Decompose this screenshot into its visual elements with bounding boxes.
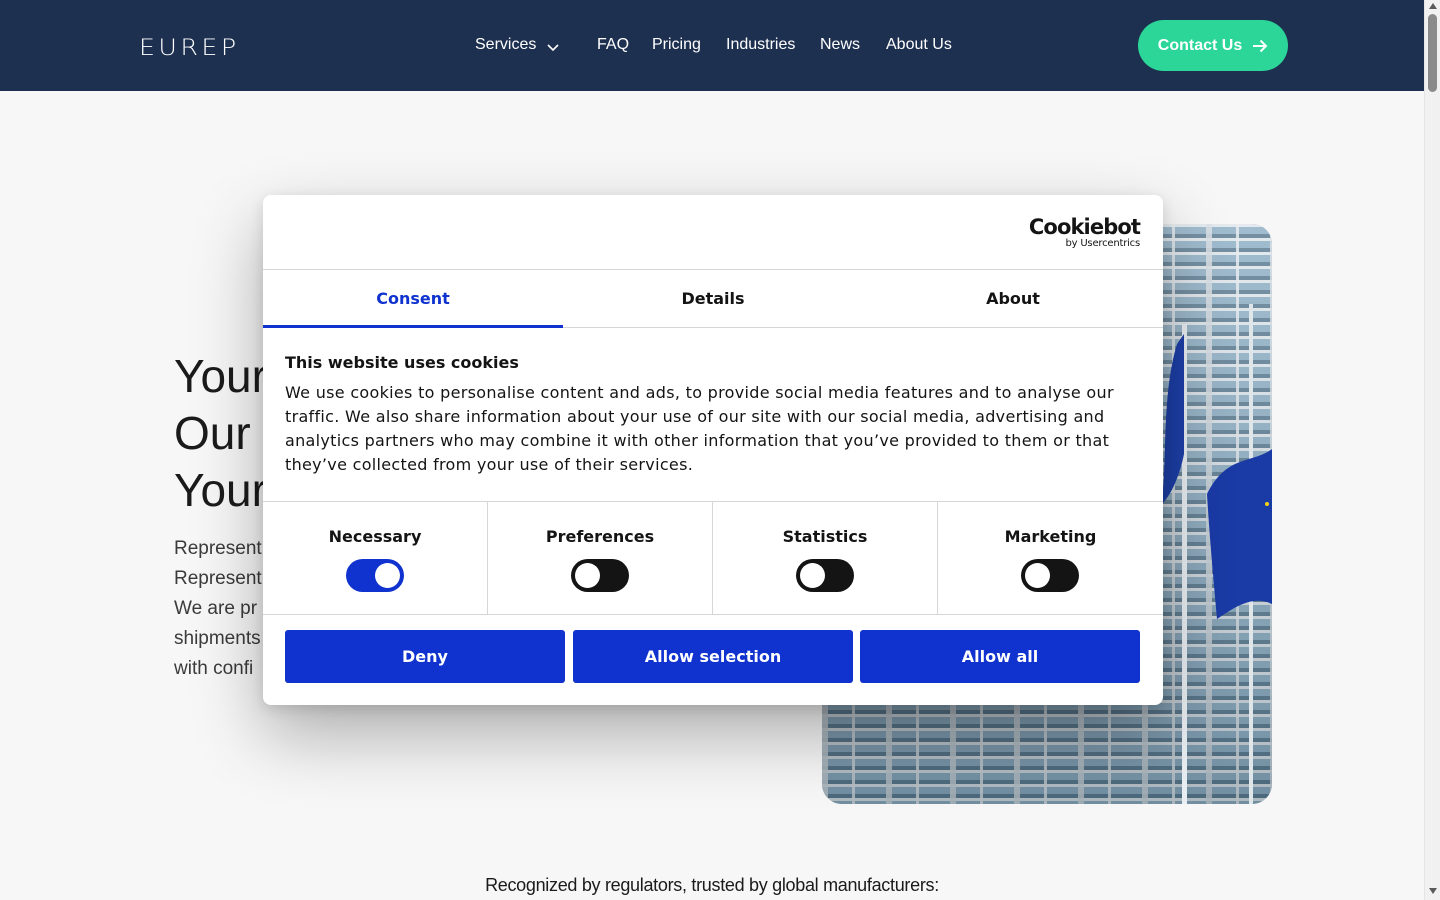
contact-us-label: Contact Us [1157,36,1243,54]
nav-about-us[interactable]: About Us [886,36,952,54]
nav-news[interactable]: News [820,36,860,54]
hero-description: Represent Represent We are pr shipments … [174,534,262,684]
necessary-toggle[interactable] [346,559,404,592]
arrow-right-icon [1253,39,1268,52]
category-statistics: Statistics [713,502,938,615]
cookie-description-line: they’ve collected from your use of their… [285,455,694,474]
cookie-category-toggles: Necessary Preferences Statistics Marketi… [263,501,1163,615]
nav-services[interactable]: Services [475,36,536,54]
category-marketing: Marketing [938,502,1163,615]
chevron-down-icon[interactable] [546,40,560,54]
hero-text-line: with confi [174,658,254,679]
hero-title: Your Our Your [174,348,267,519]
nav-industries[interactable]: Industries [726,36,795,54]
category-preferences: Preferences [488,502,713,615]
hero-title-line: Our [174,407,251,459]
tab-consent[interactable]: Consent [263,270,563,328]
deny-button[interactable]: Deny [285,630,565,683]
cookiebot-logo[interactable]: Cookiebot by Usercentrics [1028,215,1141,249]
site-logo[interactable]: EUREP [139,36,240,61]
cookie-description: We use cookies to personalise content an… [285,381,1115,477]
marketing-toggle[interactable] [1021,559,1079,592]
cookie-description-line: traffic. We also share information about… [285,407,1105,426]
category-label: Marketing [1004,527,1097,546]
preferences-toggle[interactable] [571,559,629,592]
toggle-knob [800,563,825,588]
nav-faq[interactable]: FAQ [597,36,629,54]
tab-details[interactable]: Details [563,270,863,327]
category-label: Statistics [782,527,868,546]
category-label: Preferences [545,527,655,546]
toggle-knob [575,563,600,588]
cookie-tabs: Consent Details About [263,269,1163,328]
category-necessary: Necessary [263,502,488,615]
page-scrollbar[interactable] [1424,0,1440,900]
hero-text-line: shipments [174,628,261,649]
cookiebot-brand-sub: by Usercentrics [1065,238,1140,249]
hero-text-line: Represent [174,538,262,559]
cookie-heading: This website uses cookies [285,353,519,372]
nav-pricing[interactable]: Pricing [652,36,701,54]
cookie-consent-dialog: Cookiebot by Usercentrics Consent Detail… [263,195,1163,705]
recognized-by-text: Recognized by regulators, trusted by glo… [485,875,939,895]
hero-text-line: Represent [174,568,262,589]
cookie-description-line: analytics partners who may combine it wi… [285,431,1110,450]
site-header: EUREP Services FAQ Pricing Industries Ne… [0,0,1424,91]
scroll-thumb[interactable] [1428,14,1437,92]
allow-selection-button[interactable]: Allow selection [573,630,853,683]
toggle-knob [1025,563,1050,588]
scroll-up-arrow-icon[interactable] [1429,3,1437,9]
hero-title-line: Your [174,350,267,402]
contact-us-button[interactable]: Contact Us [1138,20,1288,71]
allow-all-button[interactable]: Allow all [860,630,1140,683]
category-label: Necessary [328,527,422,546]
cookie-description-line: We use cookies to personalise content an… [285,383,1114,402]
scroll-down-arrow-icon[interactable] [1429,888,1437,894]
toggle-knob [375,563,400,588]
hero-title-line: Your [174,464,267,516]
statistics-toggle[interactable] [796,559,854,592]
hero-text-line: We are pr [174,598,258,619]
cookiebot-brand: Cookiebot [1028,215,1141,239]
tab-about[interactable]: About [863,270,1163,327]
